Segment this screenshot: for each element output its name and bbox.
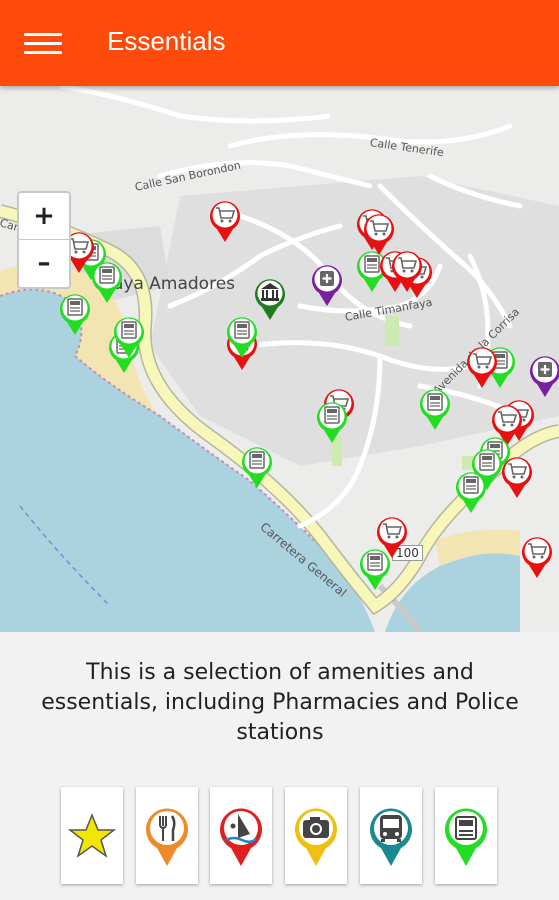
category-transport-button[interactable] bbox=[360, 787, 422, 884]
atm-icon bbox=[456, 472, 486, 513]
camera-icon bbox=[295, 808, 337, 866]
atm-icon bbox=[92, 262, 122, 303]
shop-map-pin[interactable] bbox=[465, 344, 499, 390]
atm-icon bbox=[360, 549, 390, 590]
description-text: This is a selection of amenities and ess… bbox=[41, 660, 519, 745]
zoom-control: + – bbox=[17, 191, 71, 289]
atm-icon bbox=[60, 294, 90, 335]
category-favorites-button[interactable] bbox=[61, 787, 123, 884]
atm-map-pin[interactable] bbox=[112, 314, 146, 360]
category-water-sports-button[interactable] bbox=[210, 787, 272, 884]
atm-map-pin[interactable] bbox=[358, 546, 392, 592]
atm-icon bbox=[227, 317, 257, 358]
pharmacy-map-pin[interactable] bbox=[310, 262, 344, 308]
atm-map-pin[interactable] bbox=[315, 399, 349, 445]
atm-icon bbox=[114, 317, 144, 358]
atm-map-pin[interactable] bbox=[225, 314, 259, 360]
shopping-cart-icon bbox=[522, 537, 552, 578]
shopping-cart-icon bbox=[392, 251, 422, 292]
shopping-cart-icon bbox=[467, 347, 497, 388]
category-bar bbox=[61, 787, 501, 887]
zoom-out-button[interactable]: – bbox=[19, 240, 69, 286]
shop-map-pin[interactable] bbox=[500, 454, 534, 500]
fork-knife-icon bbox=[146, 808, 188, 866]
shop-map-pin[interactable] bbox=[520, 534, 554, 580]
bus-icon bbox=[370, 808, 412, 866]
shop-map-pin[interactable] bbox=[390, 248, 424, 294]
hamburger-menu-icon[interactable] bbox=[24, 33, 62, 55]
windsurf-icon bbox=[220, 808, 262, 866]
atm-icon bbox=[242, 447, 272, 488]
pharmacy-map-pin[interactable] bbox=[528, 353, 559, 399]
atm-icon bbox=[317, 402, 347, 443]
atm-map-pin[interactable] bbox=[454, 469, 488, 515]
page-title: Essentials bbox=[107, 26, 226, 56]
zoom-in-button[interactable]: + bbox=[19, 193, 69, 240]
atm-icon bbox=[445, 808, 487, 866]
map-view[interactable]: + – Calle Tenerife Calle San Borondon Ca… bbox=[0, 86, 559, 632]
atm-icon bbox=[420, 389, 450, 430]
star-icon bbox=[67, 812, 117, 858]
pharmacy-icon bbox=[312, 265, 342, 306]
shopping-cart-icon bbox=[502, 457, 532, 498]
atm-map-pin[interactable] bbox=[418, 386, 452, 432]
shop-map-pin[interactable] bbox=[208, 198, 242, 244]
category-photo-spots-button[interactable] bbox=[285, 787, 347, 884]
pharmacy-icon bbox=[530, 356, 559, 397]
atm-map-pin[interactable] bbox=[90, 259, 124, 305]
shopping-cart-icon bbox=[210, 201, 240, 242]
app-bar: Essentials bbox=[0, 0, 559, 86]
atm-map-pin[interactable] bbox=[240, 444, 274, 490]
atm-map-pin[interactable] bbox=[58, 291, 92, 337]
category-restaurants-button[interactable] bbox=[136, 787, 198, 884]
category-essentials-button[interactable] bbox=[435, 787, 497, 884]
